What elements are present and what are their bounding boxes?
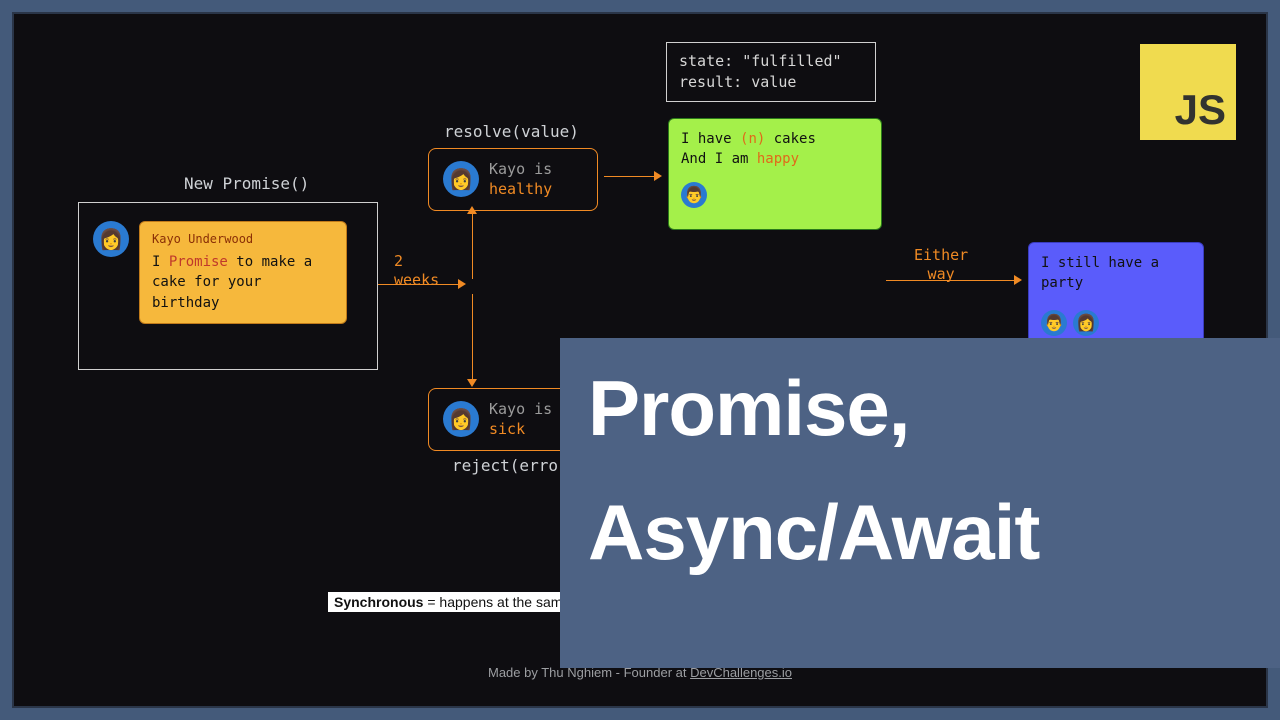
- arrow-down: [472, 294, 473, 379]
- purple-text: I still have a party: [1041, 253, 1191, 294]
- arrow-head-icon: [654, 171, 662, 181]
- promise-card: Kayo Underwood I Promise to make a cake …: [139, 221, 347, 324]
- new-promise-box: 👩 Kayo Underwood I Promise to make a cak…: [78, 202, 378, 370]
- js-logo: JS: [1140, 44, 1236, 140]
- green-card: I have (n) cakes And I am happy 👨: [668, 118, 882, 230]
- state-healthy-text: Kayo is healthy: [489, 159, 552, 200]
- avatar-icon: 👩: [443, 161, 479, 197]
- avatar-icon: 👩: [1073, 310, 1099, 336]
- arrow-head-icon: [458, 279, 466, 289]
- promise-body: I Promise to make a cake for your birthd…: [152, 252, 334, 313]
- edge-two-weeks: 2 weeks: [394, 252, 439, 290]
- title-overlay: Promise, Async/Await: [560, 338, 1280, 668]
- title-line-1: Promise,: [588, 366, 1252, 450]
- fulfilled-box: state: "fulfilled" result: value: [666, 42, 876, 102]
- label-new-promise: New Promise(): [184, 174, 309, 193]
- arrow-up: [472, 214, 473, 279]
- promise-author: Kayo Underwood: [152, 232, 334, 246]
- avatar-icon: 👨: [681, 182, 707, 208]
- label-resolve: resolve(value): [444, 122, 579, 141]
- edge-either-way: Either way: [914, 246, 968, 284]
- avatar-icon: 👨: [1041, 310, 1067, 336]
- arrow-head-icon: [467, 379, 477, 387]
- label-reject: reject(error): [452, 456, 577, 475]
- state-healthy-card: 👩 Kayo is healthy: [428, 148, 598, 211]
- purple-card: I still have a party 👨 👩: [1028, 242, 1204, 352]
- sync-definition: Synchronous = happens at the same: [328, 592, 576, 612]
- arrow-head-icon: [1014, 275, 1022, 285]
- avatar-icon: 👩: [443, 401, 479, 437]
- avatar-icon: 👩: [93, 221, 129, 257]
- state-sick-text: Kayo is sick: [489, 399, 552, 440]
- title-line-2: Async/Await: [588, 490, 1252, 574]
- arrow-to-green: [604, 176, 654, 177]
